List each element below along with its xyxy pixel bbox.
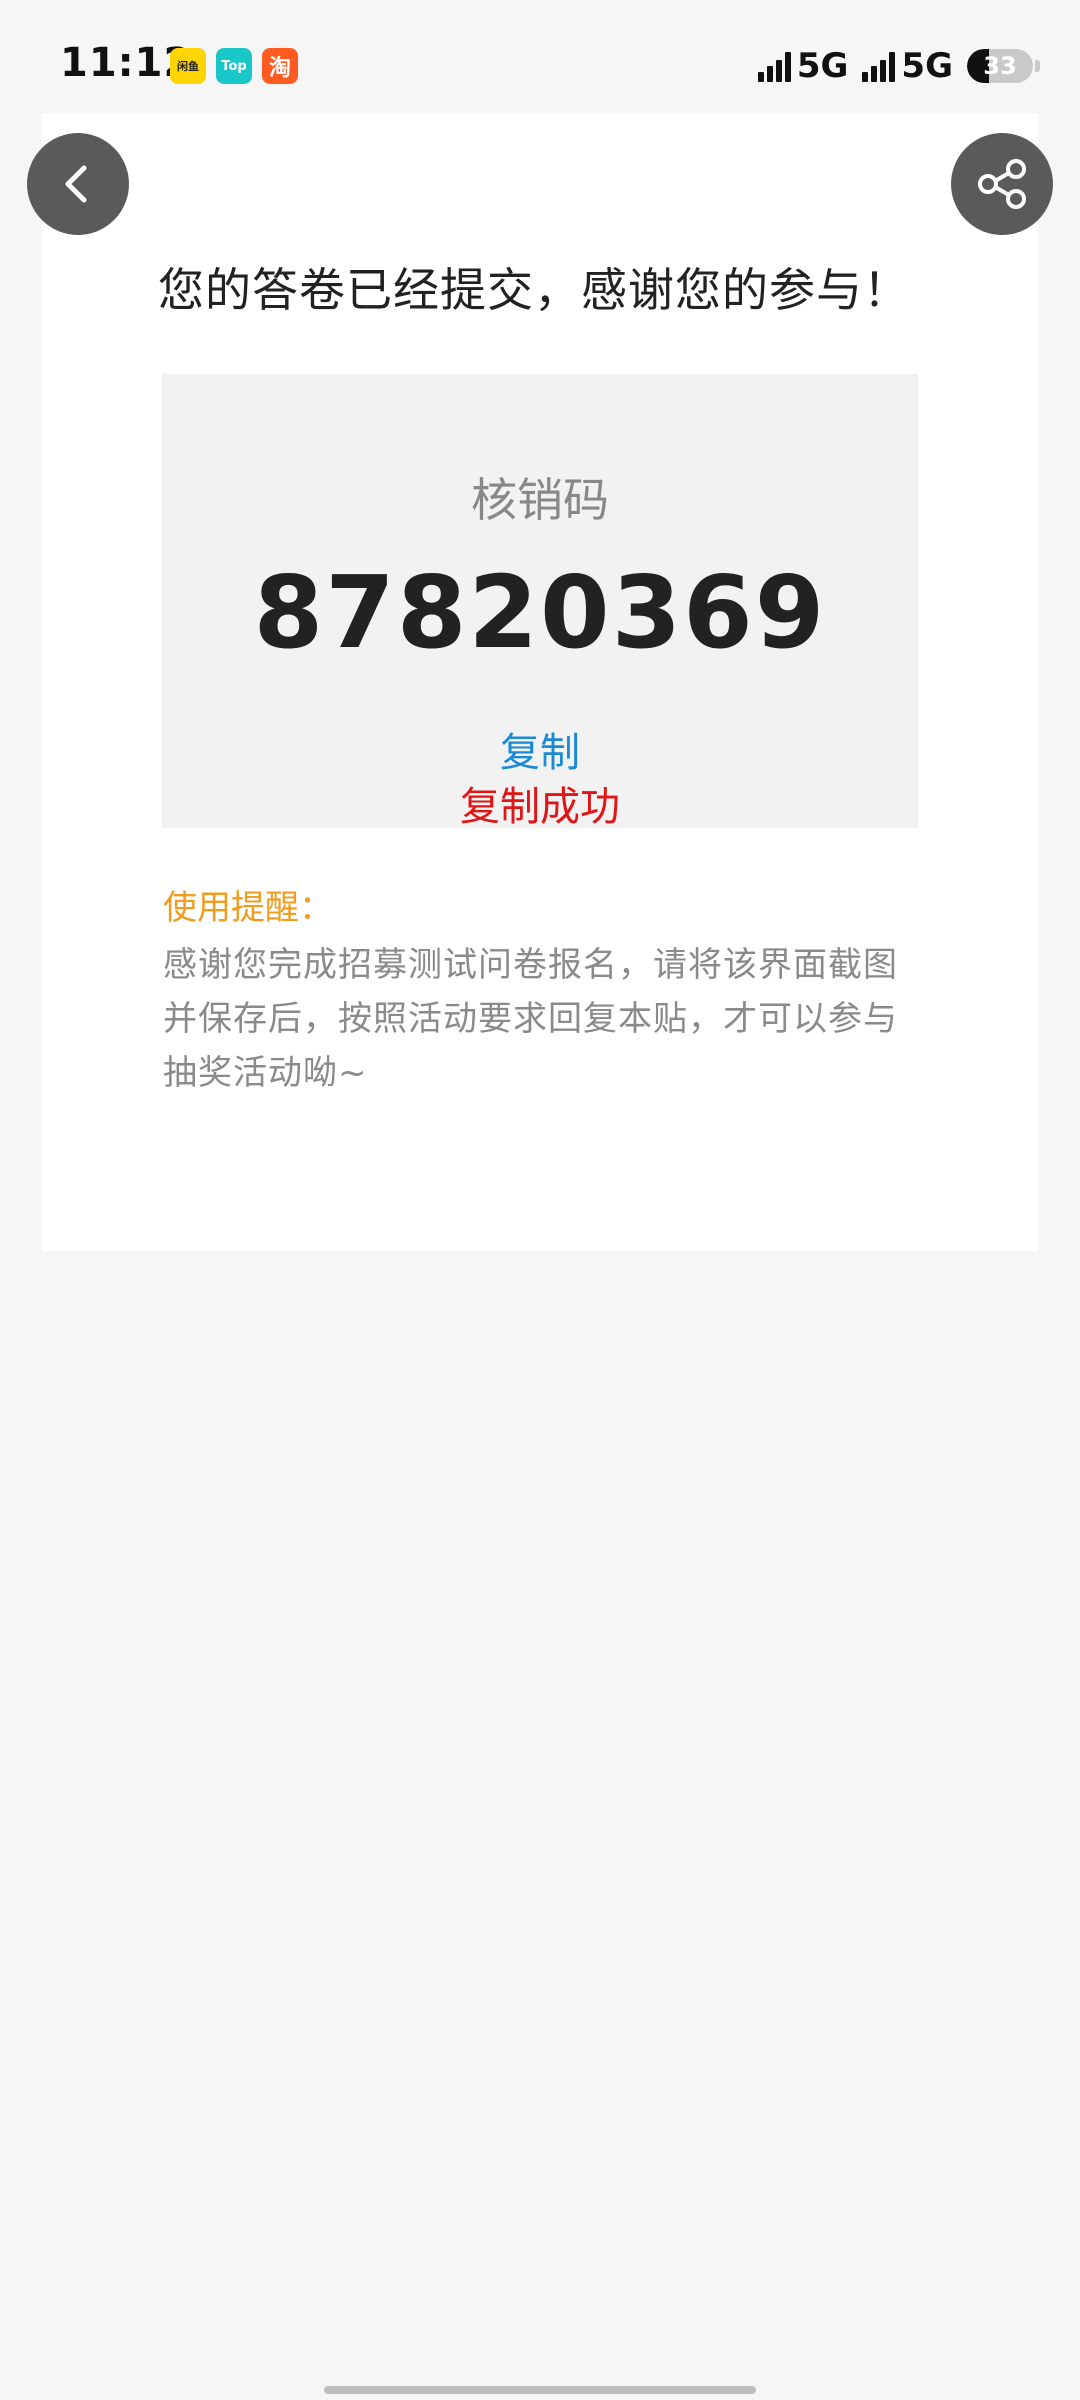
app-notification-icon: Top (216, 48, 252, 84)
tip-body: 感谢您完成招募测试问卷报名，请将该界面截图并保存后，按照活动要求回复本贴，才可以… (163, 945, 898, 1093)
signal-icon (757, 50, 791, 82)
app-icon-label: Top (221, 58, 247, 74)
app-icon-label: 闲鱼 (177, 60, 199, 73)
share-button[interactable] (951, 133, 1053, 235)
code-label: 核销码 (471, 473, 609, 527)
page-title: 您的答卷已经提交，感谢您的参与！ (158, 263, 910, 317)
copy-button[interactable]: 复制 (162, 720, 918, 778)
network-type: 5G (901, 46, 953, 86)
status-indicators: 5G 5G 33 (757, 44, 1040, 88)
copy-success-message: 复制成功 (460, 784, 620, 830)
tip-title: 使用提醒： (163, 888, 333, 928)
app-notification-icon: 闲鱼 (170, 48, 206, 84)
app-icon-label: 淘 (268, 56, 291, 81)
status-bar: 11:12 闲鱼 Top 淘 5G 5G 33 (0, 0, 1080, 120)
battery-cap (1035, 60, 1040, 72)
battery-level: 33 (983, 52, 1017, 80)
share-icon (978, 159, 1026, 209)
network-type: 5G (796, 46, 849, 86)
app-notification-icon: 淘 (262, 48, 298, 84)
signal-icon (862, 50, 896, 82)
chevron-left-icon (65, 165, 87, 203)
home-indicator[interactable] (324, 2386, 756, 2394)
code-value: 87820369 (253, 554, 827, 671)
verification-code-box: 核销码 87820369 复制 复制成功 (162, 374, 918, 830)
battery-icon: 33 (967, 49, 1033, 83)
back-button[interactable] (27, 133, 129, 235)
